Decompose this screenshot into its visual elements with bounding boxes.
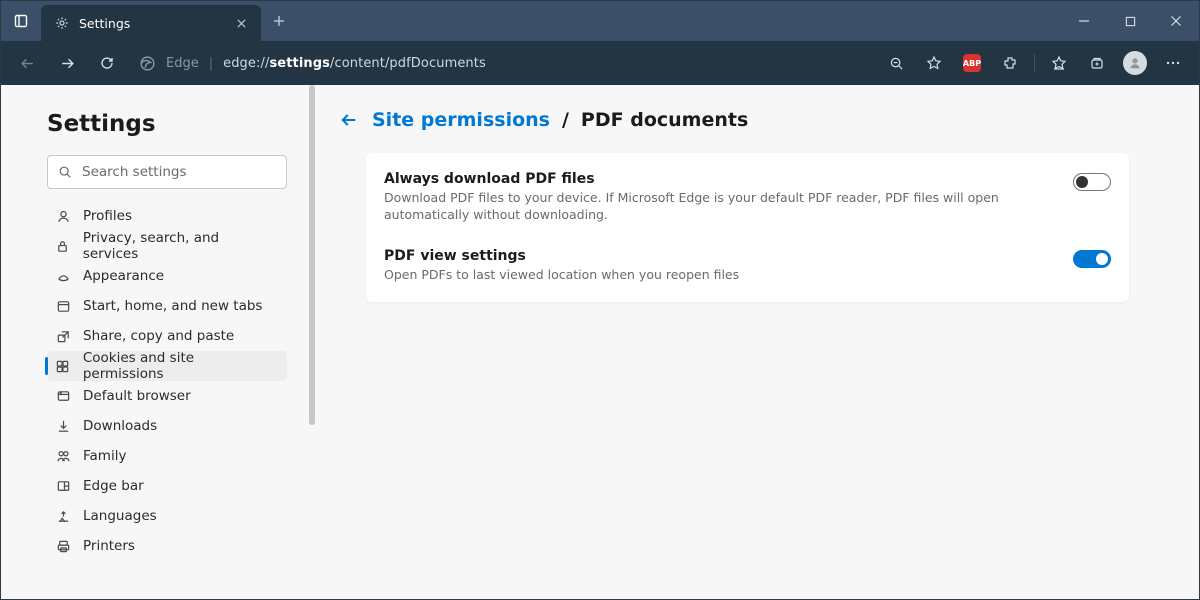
browser-toolbar: Edge | edge://settings/content/pdfDocume…: [1, 41, 1199, 85]
sidebar-item-share-copy-and-paste[interactable]: Share, copy and paste: [47, 321, 287, 351]
setting-description: Open PDFs to last viewed location when y…: [384, 267, 739, 284]
nav-icon: [55, 358, 71, 374]
sidebar-item-privacy-search-and-services[interactable]: Privacy, search, and services: [47, 231, 287, 261]
sidebar-item-cookies-and-site-permissions[interactable]: Cookies and site permissions: [47, 351, 287, 381]
abp-extension-icon[interactable]: ABP: [954, 47, 990, 79]
sidebar-item-downloads[interactable]: Downloads: [47, 411, 287, 441]
setting-toggle[interactable]: [1073, 250, 1111, 268]
nav-icon: [55, 328, 71, 344]
collections-icon[interactable]: [1079, 47, 1115, 79]
setting-toggle[interactable]: [1073, 173, 1111, 191]
zoom-icon[interactable]: [878, 47, 914, 79]
nav-icon: [55, 238, 71, 254]
sidebar-item-label: Printers: [83, 538, 135, 554]
sidebar-item-appearance[interactable]: Appearance: [47, 261, 287, 291]
toolbar-divider: [1034, 54, 1035, 72]
page-content: Settings Search settings Profiles Privacy…: [1, 85, 1199, 599]
address-scheme-label: Edge: [166, 56, 199, 71]
refresh-button[interactable]: [89, 47, 125, 79]
titlebar-drag-region[interactable]: [297, 1, 1061, 41]
search-input[interactable]: Search settings: [47, 155, 287, 189]
breadcrumb-current: PDF documents: [581, 109, 748, 131]
nav-icon: [55, 418, 71, 434]
setting-row: PDF view settings Open PDFs to last viewe…: [366, 236, 1129, 296]
tab-actions-button[interactable]: [1, 1, 41, 41]
sidebar-item-languages[interactable]: Languages: [47, 501, 287, 531]
sidebar-item-label: Share, copy and paste: [83, 328, 234, 344]
favorite-icon[interactable]: [916, 47, 952, 79]
settings-main: Site permissions / PDF documents Always …: [316, 85, 1199, 599]
nav-icon: [55, 298, 71, 314]
sidebar-item-label: Start, home, and new tabs: [83, 298, 262, 314]
search-placeholder: Search settings: [82, 164, 187, 180]
nav-icon: [55, 268, 71, 284]
sidebar-item-label: Privacy, search, and services: [83, 230, 277, 262]
app-window: Settings Edge | edge://settings/content/…: [0, 0, 1200, 600]
setting-text: PDF view settings Open PDFs to last viewe…: [384, 248, 739, 284]
sidebar-item-profiles[interactable]: Profiles: [47, 201, 287, 231]
minimize-button[interactable]: [1061, 1, 1107, 41]
sidebar-item-label: Appearance: [83, 268, 164, 284]
sidebar-item-start-home-and-new-tabs[interactable]: Start, home, and new tabs: [47, 291, 287, 321]
nav-icon: [55, 388, 71, 404]
titlebar: Settings: [1, 1, 1199, 41]
close-window-button[interactable]: [1153, 1, 1199, 41]
settings-sidebar: Settings Search settings Profiles Privacy…: [1, 85, 316, 599]
more-menu-button[interactable]: [1155, 47, 1191, 79]
breadcrumb-parent-link[interactable]: Site permissions: [372, 109, 550, 131]
toolbar-right: ABP: [878, 47, 1191, 79]
window-controls: [1061, 1, 1199, 41]
setting-row: Always download PDF files Download PDF fi…: [366, 159, 1129, 236]
search-icon: [58, 165, 72, 179]
address-bar[interactable]: Edge | edge://settings/content/pdfDocume…: [129, 47, 874, 79]
settings-title: Settings: [47, 111, 298, 137]
sidebar-item-family[interactable]: Family: [47, 441, 287, 471]
nav-icon: [55, 208, 71, 224]
edge-logo-icon: [139, 55, 156, 72]
sidebar-item-printers[interactable]: Printers: [47, 531, 287, 561]
new-tab-button[interactable]: [261, 1, 297, 41]
setting-title: Always download PDF files: [384, 171, 1053, 187]
settings-card: Always download PDF files Download PDF fi…: [366, 153, 1129, 302]
sidebar-item-label: Downloads: [83, 418, 157, 434]
nav-icon: [55, 478, 71, 494]
settings-nav: Profiles Privacy, search, and services App…: [47, 201, 298, 561]
maximize-button[interactable]: [1107, 1, 1153, 41]
setting-title: PDF view settings: [384, 248, 739, 264]
breadcrumb-back-button[interactable]: [338, 109, 360, 131]
sidebar-item-label: Cookies and site permissions: [83, 350, 277, 382]
profile-avatar[interactable]: [1117, 47, 1153, 79]
tab-title: Settings: [79, 16, 130, 31]
address-separator: |: [209, 56, 213, 71]
setting-description: Download PDF files to your device. If Mi…: [384, 190, 1053, 224]
extensions-icon[interactable]: [992, 47, 1028, 79]
sidebar-item-label: Default browser: [83, 388, 191, 404]
sidebar-item-label: Profiles: [83, 208, 132, 224]
close-icon[interactable]: [236, 18, 247, 29]
sidebar-scrollbar[interactable]: [308, 85, 316, 599]
sidebar-item-label: Languages: [83, 508, 157, 524]
address-url: edge://settings/content/pdfDocuments: [223, 56, 486, 71]
nav-icon: [55, 538, 71, 554]
sidebar-item-label: Edge bar: [83, 478, 144, 494]
favorites-bar-icon[interactable]: [1041, 47, 1077, 79]
sidebar-item-edge-bar[interactable]: Edge bar: [47, 471, 287, 501]
nav-icon: [55, 508, 71, 524]
back-button[interactable]: [9, 47, 45, 79]
nav-icon: [55, 448, 71, 464]
sidebar-item-label: Family: [83, 448, 126, 464]
breadcrumb: Site permissions / PDF documents: [338, 109, 1129, 131]
gear-icon: [55, 16, 69, 30]
breadcrumb-separator: /: [562, 109, 569, 131]
forward-button[interactable]: [49, 47, 85, 79]
setting-text: Always download PDF files Download PDF fi…: [384, 171, 1053, 224]
sidebar-item-default-browser[interactable]: Default browser: [47, 381, 287, 411]
browser-tab[interactable]: Settings: [41, 5, 261, 41]
titlebar-left: Settings: [1, 1, 297, 41]
